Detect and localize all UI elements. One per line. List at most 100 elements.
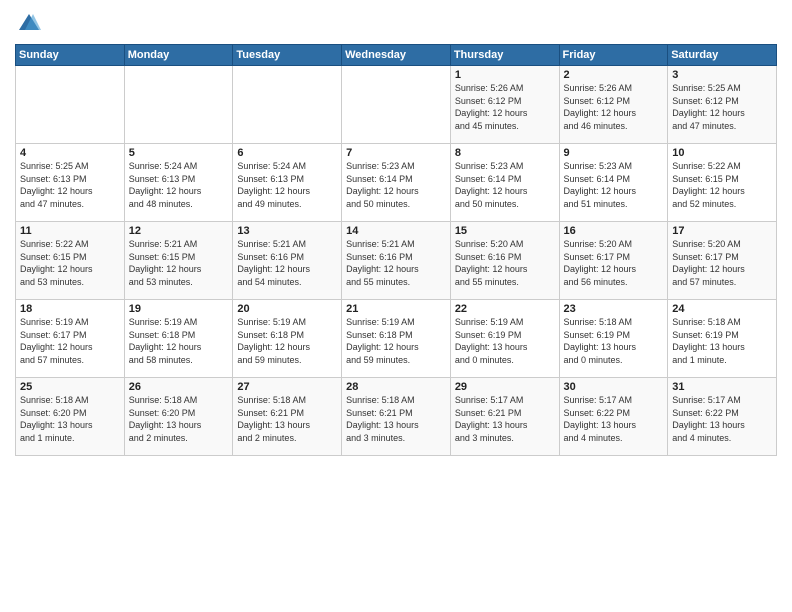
calendar-cell: 18Sunrise: 5:19 AM Sunset: 6:17 PM Dayli… [16, 300, 125, 378]
day-info: Sunrise: 5:24 AM Sunset: 6:13 PM Dayligh… [237, 160, 337, 210]
day-number: 1 [455, 69, 555, 81]
day-info: Sunrise: 5:18 AM Sunset: 6:21 PM Dayligh… [346, 394, 446, 444]
day-number: 10 [672, 147, 772, 159]
day-info: Sunrise: 5:21 AM Sunset: 6:16 PM Dayligh… [237, 238, 337, 288]
calendar-cell [342, 66, 451, 144]
day-number: 23 [564, 303, 664, 315]
day-info: Sunrise: 5:18 AM Sunset: 6:19 PM Dayligh… [672, 316, 772, 366]
calendar-cell: 5Sunrise: 5:24 AM Sunset: 6:13 PM Daylig… [124, 144, 233, 222]
calendar-week-2: 4Sunrise: 5:25 AM Sunset: 6:13 PM Daylig… [16, 144, 777, 222]
calendar-cell: 17Sunrise: 5:20 AM Sunset: 6:17 PM Dayli… [668, 222, 777, 300]
calendar-cell: 15Sunrise: 5:20 AM Sunset: 6:16 PM Dayli… [450, 222, 559, 300]
calendar-cell: 2Sunrise: 5:26 AM Sunset: 6:12 PM Daylig… [559, 66, 668, 144]
calendar-cell: 3Sunrise: 5:25 AM Sunset: 6:12 PM Daylig… [668, 66, 777, 144]
day-info: Sunrise: 5:22 AM Sunset: 6:15 PM Dayligh… [20, 238, 120, 288]
page-header [15, 10, 777, 38]
logo-icon [15, 10, 43, 38]
calendar-cell: 23Sunrise: 5:18 AM Sunset: 6:19 PM Dayli… [559, 300, 668, 378]
day-info: Sunrise: 5:18 AM Sunset: 6:21 PM Dayligh… [237, 394, 337, 444]
day-number: 26 [129, 381, 229, 393]
calendar-week-4: 18Sunrise: 5:19 AM Sunset: 6:17 PM Dayli… [16, 300, 777, 378]
calendar-cell: 4Sunrise: 5:25 AM Sunset: 6:13 PM Daylig… [16, 144, 125, 222]
day-info: Sunrise: 5:26 AM Sunset: 6:12 PM Dayligh… [564, 82, 664, 132]
day-info: Sunrise: 5:23 AM Sunset: 6:14 PM Dayligh… [455, 160, 555, 210]
calendar-cell [233, 66, 342, 144]
day-number: 13 [237, 225, 337, 237]
day-number: 6 [237, 147, 337, 159]
calendar-cell [124, 66, 233, 144]
calendar-cell: 21Sunrise: 5:19 AM Sunset: 6:18 PM Dayli… [342, 300, 451, 378]
calendar-week-5: 25Sunrise: 5:18 AM Sunset: 6:20 PM Dayli… [16, 378, 777, 456]
calendar-cell: 20Sunrise: 5:19 AM Sunset: 6:18 PM Dayli… [233, 300, 342, 378]
day-number: 9 [564, 147, 664, 159]
day-number: 30 [564, 381, 664, 393]
weekday-header-saturday: Saturday [668, 45, 777, 66]
day-number: 11 [20, 225, 120, 237]
calendar-cell: 30Sunrise: 5:17 AM Sunset: 6:22 PM Dayli… [559, 378, 668, 456]
day-number: 28 [346, 381, 446, 393]
calendar-cell: 14Sunrise: 5:21 AM Sunset: 6:16 PM Dayli… [342, 222, 451, 300]
day-info: Sunrise: 5:24 AM Sunset: 6:13 PM Dayligh… [129, 160, 229, 210]
day-number: 21 [346, 303, 446, 315]
weekday-header-row: SundayMondayTuesdayWednesdayThursdayFrid… [16, 45, 777, 66]
calendar-cell: 6Sunrise: 5:24 AM Sunset: 6:13 PM Daylig… [233, 144, 342, 222]
day-info: Sunrise: 5:19 AM Sunset: 6:17 PM Dayligh… [20, 316, 120, 366]
calendar-cell: 26Sunrise: 5:18 AM Sunset: 6:20 PM Dayli… [124, 378, 233, 456]
calendar-cell: 13Sunrise: 5:21 AM Sunset: 6:16 PM Dayli… [233, 222, 342, 300]
day-number: 27 [237, 381, 337, 393]
day-number: 20 [237, 303, 337, 315]
day-info: Sunrise: 5:20 AM Sunset: 6:16 PM Dayligh… [455, 238, 555, 288]
calendar-cell: 27Sunrise: 5:18 AM Sunset: 6:21 PM Dayli… [233, 378, 342, 456]
calendar-cell: 12Sunrise: 5:21 AM Sunset: 6:15 PM Dayli… [124, 222, 233, 300]
day-number: 24 [672, 303, 772, 315]
calendar-cell: 29Sunrise: 5:17 AM Sunset: 6:21 PM Dayli… [450, 378, 559, 456]
day-number: 29 [455, 381, 555, 393]
page-container: SundayMondayTuesdayWednesdayThursdayFrid… [0, 0, 792, 466]
day-info: Sunrise: 5:25 AM Sunset: 6:13 PM Dayligh… [20, 160, 120, 210]
calendar-cell: 24Sunrise: 5:18 AM Sunset: 6:19 PM Dayli… [668, 300, 777, 378]
calendar-cell: 11Sunrise: 5:22 AM Sunset: 6:15 PM Dayli… [16, 222, 125, 300]
day-info: Sunrise: 5:18 AM Sunset: 6:20 PM Dayligh… [20, 394, 120, 444]
calendar-cell: 9Sunrise: 5:23 AM Sunset: 6:14 PM Daylig… [559, 144, 668, 222]
day-info: Sunrise: 5:19 AM Sunset: 6:18 PM Dayligh… [129, 316, 229, 366]
day-info: Sunrise: 5:26 AM Sunset: 6:12 PM Dayligh… [455, 82, 555, 132]
day-info: Sunrise: 5:23 AM Sunset: 6:14 PM Dayligh… [564, 160, 664, 210]
day-info: Sunrise: 5:21 AM Sunset: 6:16 PM Dayligh… [346, 238, 446, 288]
day-number: 3 [672, 69, 772, 81]
calendar-cell [16, 66, 125, 144]
day-number: 8 [455, 147, 555, 159]
calendar-cell: 8Sunrise: 5:23 AM Sunset: 6:14 PM Daylig… [450, 144, 559, 222]
calendar-week-3: 11Sunrise: 5:22 AM Sunset: 6:15 PM Dayli… [16, 222, 777, 300]
weekday-header-tuesday: Tuesday [233, 45, 342, 66]
weekday-header-thursday: Thursday [450, 45, 559, 66]
day-number: 2 [564, 69, 664, 81]
day-number: 17 [672, 225, 772, 237]
calendar-table: SundayMondayTuesdayWednesdayThursdayFrid… [15, 44, 777, 456]
day-number: 15 [455, 225, 555, 237]
day-number: 19 [129, 303, 229, 315]
day-number: 4 [20, 147, 120, 159]
calendar-cell: 31Sunrise: 5:17 AM Sunset: 6:22 PM Dayli… [668, 378, 777, 456]
calendar-cell: 7Sunrise: 5:23 AM Sunset: 6:14 PM Daylig… [342, 144, 451, 222]
day-info: Sunrise: 5:19 AM Sunset: 6:18 PM Dayligh… [346, 316, 446, 366]
day-number: 12 [129, 225, 229, 237]
day-info: Sunrise: 5:18 AM Sunset: 6:20 PM Dayligh… [129, 394, 229, 444]
day-info: Sunrise: 5:18 AM Sunset: 6:19 PM Dayligh… [564, 316, 664, 366]
calendar-cell: 10Sunrise: 5:22 AM Sunset: 6:15 PM Dayli… [668, 144, 777, 222]
day-number: 14 [346, 225, 446, 237]
day-info: Sunrise: 5:20 AM Sunset: 6:17 PM Dayligh… [672, 238, 772, 288]
day-info: Sunrise: 5:17 AM Sunset: 6:22 PM Dayligh… [672, 394, 772, 444]
day-info: Sunrise: 5:17 AM Sunset: 6:21 PM Dayligh… [455, 394, 555, 444]
calendar-cell: 28Sunrise: 5:18 AM Sunset: 6:21 PM Dayli… [342, 378, 451, 456]
day-info: Sunrise: 5:19 AM Sunset: 6:19 PM Dayligh… [455, 316, 555, 366]
day-info: Sunrise: 5:21 AM Sunset: 6:15 PM Dayligh… [129, 238, 229, 288]
logo [15, 10, 47, 38]
day-number: 22 [455, 303, 555, 315]
day-info: Sunrise: 5:19 AM Sunset: 6:18 PM Dayligh… [237, 316, 337, 366]
calendar-cell: 19Sunrise: 5:19 AM Sunset: 6:18 PM Dayli… [124, 300, 233, 378]
day-number: 25 [20, 381, 120, 393]
day-number: 16 [564, 225, 664, 237]
weekday-header-monday: Monday [124, 45, 233, 66]
day-number: 18 [20, 303, 120, 315]
calendar-cell: 16Sunrise: 5:20 AM Sunset: 6:17 PM Dayli… [559, 222, 668, 300]
